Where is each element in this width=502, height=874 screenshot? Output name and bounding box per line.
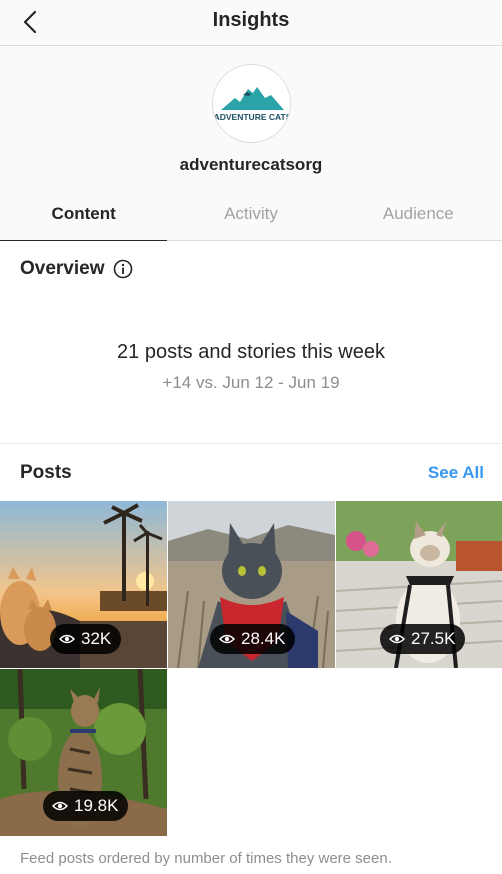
overview-title: Overview [20,258,105,279]
eye-icon [52,801,68,811]
tab-audience[interactable]: Audience [335,190,502,240]
views-count: 32K [81,629,112,648]
views-badge: 19.8K [43,791,129,821]
overview-header: Overview [20,258,133,280]
tab-content[interactable]: Content [0,190,168,241]
profile-header: ADVENTURE CATS adventurecatsorg [0,47,502,190]
posts-title: Posts [20,462,72,483]
posts-footnote: Feed posts ordered by number of times th… [20,850,392,867]
nav-bar: Insights [0,0,502,46]
avatar[interactable]: ADVENTURE CATS [212,64,291,143]
section-divider [0,443,502,444]
adventure-cats-logo: ADVENTURE CATS [213,65,291,142]
post-tile[interactable]: 32K [0,501,167,668]
eye-icon [59,634,75,644]
svg-text:ADVENTURE CATS: ADVENTURE CATS [214,112,291,122]
views-badge: 32K [50,624,122,654]
views-badge: 27.5K [380,624,466,654]
info-icon[interactable] [113,259,133,279]
post-tile[interactable]: 27.5K [336,501,502,668]
post-tile[interactable]: 19.8K [0,669,167,836]
eye-icon [389,634,405,644]
views-badge: 28.4K [210,624,296,654]
views-count: 28.4K [241,629,286,648]
profile-username: adventurecatsorg [179,155,323,174]
see-all-link[interactable]: See All [428,463,484,483]
posts-comparison: +14 vs. Jun 12 - Jun 19 [162,373,340,392]
eye-icon [219,634,235,644]
page-title: Insights [212,9,290,31]
views-count: 27.5K [411,629,456,648]
tab-activity[interactable]: Activity [167,190,334,240]
views-count: 19.8K [74,796,119,815]
posts-summary: 21 posts and stories this week [117,341,385,363]
post-tile[interactable]: 28.4K [168,501,335,668]
tab-bar: Content Activity Audience [0,190,502,241]
